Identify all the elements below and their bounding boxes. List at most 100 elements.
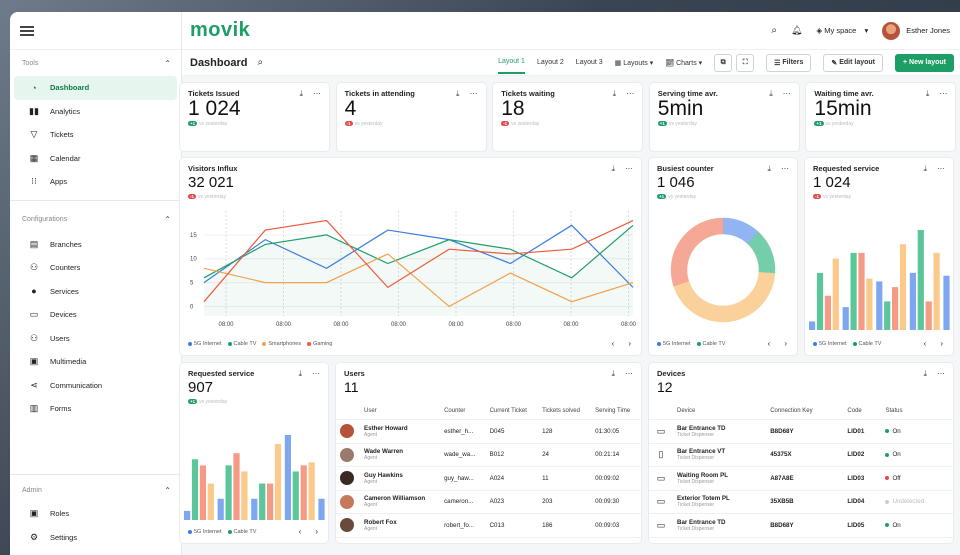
my-space-selector[interactable]: ◈ My space ▾ [816, 26, 868, 35]
more-icon[interactable]: ⋯ [783, 89, 791, 99]
download-icon[interactable]: ⤓ [923, 369, 927, 379]
sidebar-item-apps[interactable]: ⁝⁝ Apps [14, 170, 177, 194]
tab-layout-1[interactable]: Layout 1 [498, 51, 525, 74]
more-icon[interactable]: ⋯ [781, 164, 789, 174]
more-icon[interactable]: ⋯ [939, 89, 947, 99]
search-icon[interactable]: ⌕ [771, 25, 777, 36]
section-configurations[interactable]: Configurations ⌃ [10, 207, 181, 233]
table-row[interactable]: ▭ Exterior Totem PL Ticket Dispenser 35XB5B… [649, 490, 953, 514]
legend-item[interactable]: Cable TV [852, 341, 881, 347]
sidebar-item-users[interactable]: ⚇ Users [14, 327, 177, 351]
download-icon[interactable]: ⤓ [767, 164, 771, 174]
legend-item[interactable]: 5G Internet [188, 341, 222, 347]
tab-layout-2[interactable]: Layout 2 [537, 59, 564, 66]
charts-dropdown[interactable]: 📈︎ Charts ▾ [665, 59, 702, 67]
column-header[interactable]: Tickets solved [538, 403, 592, 420]
devices-table: Device Connection Key Code Status ▭ Bar Entra… [649, 403, 953, 538]
table-row[interactable]: Robert Fox Agent robert_fo... C013 186 00:09:… [336, 513, 641, 538]
menu-icon[interactable] [20, 25, 34, 36]
download-icon[interactable]: ⤓ [456, 89, 460, 99]
tickets-icon: ▽ [30, 129, 38, 140]
user-menu[interactable]: Esther Jones [882, 21, 950, 40]
column-header[interactable]: Connection Key [766, 403, 844, 420]
filters-button[interactable]: ☰ Filters [766, 53, 812, 72]
section-tools[interactable]: Tools ⌃ [10, 50, 181, 76]
prev-icon[interactable]: ‹ [612, 339, 615, 348]
table-row[interactable]: ▭ Bar Entrance TD Ticket Dispenser B8D68Y LI… [649, 419, 953, 444]
sidebar-item-forms[interactable]: ▥ Forms [14, 397, 177, 421]
column-header[interactable]: Counter [440, 403, 486, 420]
legend-item[interactable]: Cable TV [227, 529, 256, 535]
bell-icon[interactable]: 🔔︎ [791, 25, 802, 36]
sidebar-item-communication[interactable]: ⋖ Communication [14, 374, 177, 398]
download-icon[interactable]: ⤓ [613, 89, 617, 99]
download-icon[interactable]: ⤓ [769, 89, 773, 99]
sidebar-item-counters[interactable]: ⚇ Counters [14, 256, 177, 280]
table-row[interactable]: ▭ Bar Entrance TD Ticket Dispenser B8D68Y LI… [649, 513, 953, 538]
more-icon[interactable]: ⋯ [626, 89, 634, 99]
table-row[interactable]: Esther Howard Agent esther_h... D045 128 01:3… [336, 419, 641, 444]
legend-item[interactable]: 5G Internet [813, 341, 847, 347]
prev-icon[interactable]: ‹ [768, 339, 771, 348]
new-layout-button[interactable]: + New layout [895, 53, 954, 72]
more-icon[interactable]: ⋯ [625, 369, 633, 379]
more-icon[interactable]: ⋯ [470, 89, 478, 99]
more-icon[interactable]: ⋯ [937, 164, 945, 174]
prev-icon[interactable]: ‹ [924, 339, 927, 348]
bar [267, 483, 274, 520]
tab-layout-3[interactable]: Layout 3 [576, 59, 603, 66]
more-icon[interactable]: ⋯ [313, 89, 321, 99]
copy-button[interactable]: ⧉ [714, 53, 733, 72]
table-row[interactable]: Wade Warren Agent wade_wa... B012 24 00:21:14 [336, 443, 641, 467]
sidebar-item-roles[interactable]: ▣ Roles [14, 502, 177, 526]
column-header[interactable]: Status [881, 403, 953, 420]
download-icon[interactable]: ⤓ [926, 89, 930, 99]
table-row[interactable]: Guy Hawkins Agent guy_haw... A024 11 00:09:02 [336, 466, 641, 491]
download-icon[interactable]: ⤓ [923, 164, 927, 174]
sidebar-item-settings[interactable]: ⚙ Settings [14, 526, 177, 550]
download-icon[interactable]: ⤓ [611, 369, 615, 379]
more-icon[interactable]: ⋯ [312, 369, 320, 379]
page-title: Dashboard [190, 56, 248, 69]
prev-icon[interactable]: ‹ [299, 527, 302, 536]
sidebar-item-multimedia[interactable]: ▣ Multimedia [14, 350, 177, 374]
more-icon[interactable]: ⋯ [937, 369, 945, 379]
table-row[interactable]: Cameron Williamson Agent cameron... A023 203… [336, 490, 641, 514]
column-header[interactable]: Device [673, 403, 767, 420]
layouts-dropdown[interactable]: ▦ Layouts ▾ [615, 59, 654, 67]
column-header[interactable]: Serving Time [591, 403, 641, 420]
legend-item[interactable]: Cable TV [227, 341, 256, 347]
sidebar-item-services[interactable]: ● Services [14, 280, 177, 304]
expand-button[interactable]: ⛶ [736, 53, 755, 72]
table-row[interactable]: ▯ Bar Entrance VT Ticket Dispenser 45375X LI… [649, 443, 953, 467]
next-icon[interactable]: › [784, 339, 787, 348]
next-icon[interactable]: › [628, 339, 631, 348]
sidebar-item-branches[interactable]: ▤ Branches [14, 233, 177, 257]
status-badge: On [881, 513, 953, 538]
column-header[interactable]: Current Ticket [485, 403, 539, 420]
legend-item[interactable]: Gaming [307, 341, 332, 347]
next-icon[interactable]: › [940, 339, 943, 348]
more-icon[interactable]: ⋯ [625, 164, 633, 174]
download-icon[interactable]: ⤓ [299, 89, 303, 99]
sidebar-item-devices[interactable]: ▭ Devices [14, 303, 177, 327]
legend-item[interactable]: 5G Internet [188, 529, 222, 535]
edit-layout-button[interactable]: ✎ Edit layout [823, 53, 884, 72]
avatar [340, 518, 354, 533]
download-icon[interactable]: ⤓ [611, 164, 615, 174]
sidebar-item-tickets[interactable]: ▽ Tickets [14, 123, 177, 147]
legend-item[interactable]: Smartphones [262, 341, 301, 347]
column-header[interactable]: Code [843, 403, 882, 420]
sidebar-item-calendar[interactable]: ▦ Calendar [14, 147, 177, 171]
search-icon[interactable]: ⌕ [257, 57, 263, 68]
bar [292, 471, 299, 520]
legend-item[interactable]: Cable TV [696, 341, 725, 347]
sidebar-item-dashboard[interactable]: ◔ Dashboard [14, 76, 177, 100]
section-admin[interactable]: Admin ⌃ [10, 477, 181, 503]
legend-item[interactable]: 5G Internet [657, 341, 691, 347]
download-icon[interactable]: ⤓ [298, 369, 302, 379]
sidebar-item-analytics[interactable]: ▮▮ Analytics [14, 100, 177, 124]
table-row[interactable]: ▭ Waiting Room PL Ticket Dispenser A87A8E LI… [649, 466, 953, 491]
column-header[interactable]: User [360, 403, 441, 420]
next-icon[interactable]: › [315, 527, 318, 536]
